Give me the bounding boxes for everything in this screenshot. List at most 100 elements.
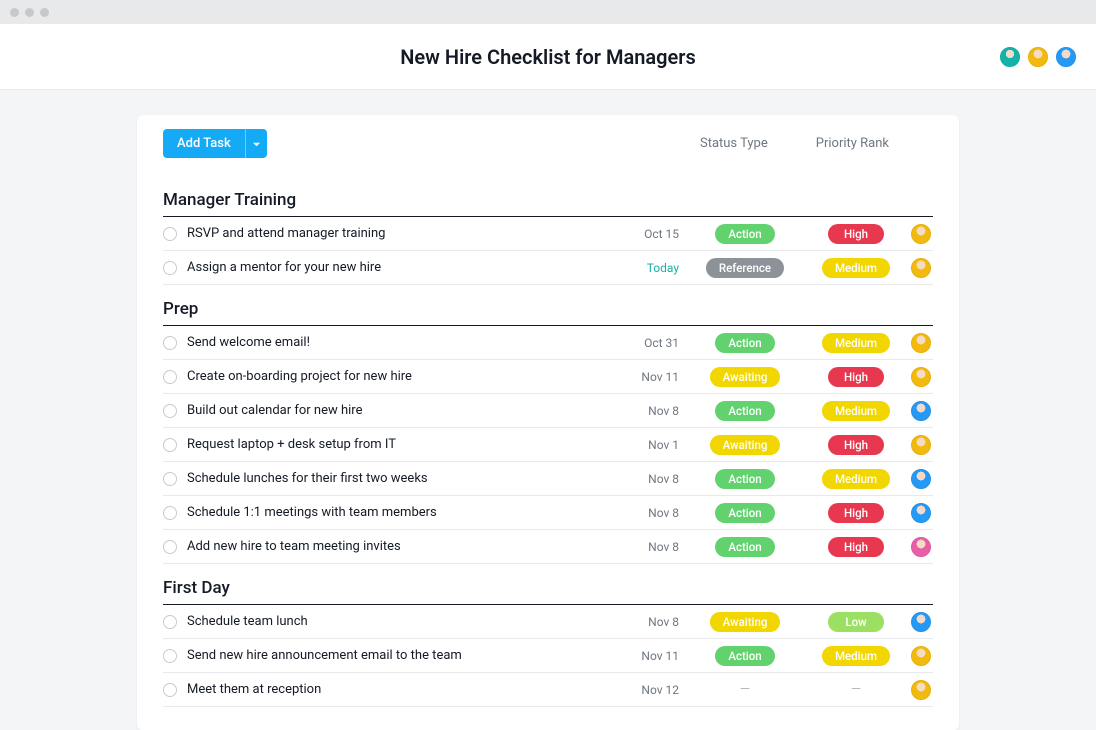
status-cell[interactable]: Action <box>705 224 785 244</box>
project-card: Add Task Status Type Priority Rank Manag… <box>137 115 959 730</box>
task-due-date[interactable]: Nov 8 <box>621 540 679 554</box>
page-title: New Hire Checklist for Managers <box>400 45 695 69</box>
assignee-cell[interactable] <box>909 434 933 456</box>
task-row[interactable]: Send new hire announcement email to the … <box>163 639 933 673</box>
assignee-cell[interactable] <box>909 468 933 490</box>
priority-cell[interactable]: High <box>821 537 891 557</box>
task-row[interactable]: Schedule 1:1 meetings with team members N… <box>163 496 933 530</box>
status-cell[interactable]: Reference <box>705 258 785 278</box>
assignee-cell[interactable] <box>909 223 933 245</box>
assignee-cell[interactable] <box>909 257 933 279</box>
header-avatar[interactable] <box>1054 45 1078 69</box>
task-due-date[interactable]: Today <box>621 261 679 275</box>
column-headers: Status Type Priority Rank <box>700 136 933 151</box>
task-due-date[interactable]: Oct 31 <box>621 336 679 350</box>
priority-cell[interactable]: Medium <box>821 258 891 278</box>
assignee-cell[interactable] <box>909 400 933 422</box>
section-title[interactable]: Manager Training <box>163 176 933 217</box>
complete-checkbox[interactable] <box>163 336 177 350</box>
priority-cell[interactable]: High <box>821 435 891 455</box>
status-cell[interactable]: Awaiting <box>705 367 785 387</box>
complete-checkbox[interactable] <box>163 261 177 275</box>
task-title: Meet them at reception <box>187 682 321 697</box>
status-cell[interactable]: Action <box>705 333 785 353</box>
status-empty: — <box>717 682 773 697</box>
priority-pill: High <box>828 503 884 523</box>
status-pill: Action <box>715 469 774 489</box>
priority-pill: High <box>828 367 884 387</box>
priority-cell[interactable]: High <box>821 224 891 244</box>
priority-cell[interactable]: Medium <box>821 646 891 666</box>
complete-checkbox[interactable] <box>163 615 177 629</box>
complete-checkbox[interactable] <box>163 506 177 520</box>
header-avatar[interactable] <box>998 45 1022 69</box>
task-row[interactable]: Schedule team lunchNov 8AwaitingLow <box>163 605 933 639</box>
status-column-header: Status Type <box>700 136 768 151</box>
assignee-cell[interactable] <box>909 645 933 667</box>
status-pill: Action <box>715 333 774 353</box>
status-cell[interactable]: Awaiting <box>705 435 785 455</box>
priority-cell[interactable]: — <box>821 682 891 697</box>
complete-checkbox[interactable] <box>163 472 177 486</box>
assignee-cell[interactable] <box>909 366 933 388</box>
priority-cell[interactable]: Medium <box>821 401 891 421</box>
priority-cell[interactable]: Low <box>821 612 891 632</box>
task-row[interactable]: Assign a mentor for your new hireTodayRe… <box>163 251 933 285</box>
add-task-dropdown[interactable] <box>245 129 267 158</box>
priority-cell[interactable]: Medium <box>821 333 891 353</box>
task-row[interactable]: Meet them at reception Nov 12 — — <box>163 673 933 707</box>
add-task-button-group: Add Task <box>163 129 267 158</box>
complete-checkbox[interactable] <box>163 227 177 241</box>
task-row[interactable]: Request laptop + desk setup from ITNov 1… <box>163 428 933 462</box>
priority-cell[interactable]: Medium <box>821 469 891 489</box>
status-cell[interactable]: Action <box>705 401 785 421</box>
task-due-date[interactable]: Nov 8 <box>621 615 679 629</box>
task-due-date[interactable]: Nov 8 <box>621 404 679 418</box>
section-title[interactable]: First Day <box>163 564 933 605</box>
task-row[interactable]: Create on-boarding project for new hireN… <box>163 360 933 394</box>
section-title[interactable]: Prep <box>163 285 933 326</box>
complete-checkbox[interactable] <box>163 649 177 663</box>
assignee-avatar <box>910 679 932 701</box>
add-task-button[interactable]: Add Task <box>163 129 245 158</box>
status-cell[interactable]: Awaiting <box>705 612 785 632</box>
assignee-cell[interactable] <box>909 611 933 633</box>
window-dot-close[interactable] <box>10 8 19 17</box>
status-cell[interactable]: — <box>705 682 785 697</box>
complete-checkbox[interactable] <box>163 370 177 384</box>
complete-checkbox[interactable] <box>163 404 177 418</box>
priority-cell[interactable]: High <box>821 367 891 387</box>
window-dot-maximize[interactable] <box>40 8 49 17</box>
task-due-date[interactable]: Nov 8 <box>621 472 679 486</box>
task-due-date[interactable]: Oct 15 <box>621 227 679 241</box>
priority-cell[interactable]: High <box>821 503 891 523</box>
complete-checkbox[interactable] <box>163 438 177 452</box>
status-cell[interactable]: Action <box>705 646 785 666</box>
task-title: Schedule 1:1 meetings with team members <box>187 505 437 520</box>
header-avatar[interactable] <box>1026 45 1050 69</box>
status-pill: Awaiting <box>710 367 781 387</box>
task-row[interactable]: Build out calendar for new hireNov 8Acti… <box>163 394 933 428</box>
window-dot-minimize[interactable] <box>25 8 34 17</box>
complete-checkbox[interactable] <box>163 540 177 554</box>
task-row[interactable]: Add new hire to team meeting invites Nov … <box>163 530 933 564</box>
task-due-date[interactable]: Nov 1 <box>621 438 679 452</box>
task-row[interactable]: Send welcome email!Oct 31ActionMedium <box>163 326 933 360</box>
status-pill: Reference <box>706 258 784 278</box>
status-cell[interactable]: Action <box>705 469 785 489</box>
task-row[interactable]: RSVP and attend manager trainingOct 15Ac… <box>163 217 933 251</box>
task-due-date[interactable]: Nov 11 <box>621 370 679 384</box>
complete-checkbox[interactable] <box>163 683 177 697</box>
status-cell[interactable]: Action <box>705 537 785 557</box>
task-title: Add new hire to team meeting invites <box>187 539 401 554</box>
task-row[interactable]: Schedule lunches for their first two wee… <box>163 462 933 496</box>
assignee-avatar <box>910 332 932 354</box>
assignee-cell[interactable] <box>909 679 933 701</box>
assignee-cell[interactable] <box>909 332 933 354</box>
assignee-cell[interactable] <box>909 502 933 524</box>
status-cell[interactable]: Action <box>705 503 785 523</box>
task-due-date[interactable]: Nov 11 <box>621 649 679 663</box>
task-due-date[interactable]: Nov 12 <box>621 683 679 697</box>
task-due-date[interactable]: Nov 8 <box>621 506 679 520</box>
assignee-cell[interactable] <box>909 536 933 558</box>
